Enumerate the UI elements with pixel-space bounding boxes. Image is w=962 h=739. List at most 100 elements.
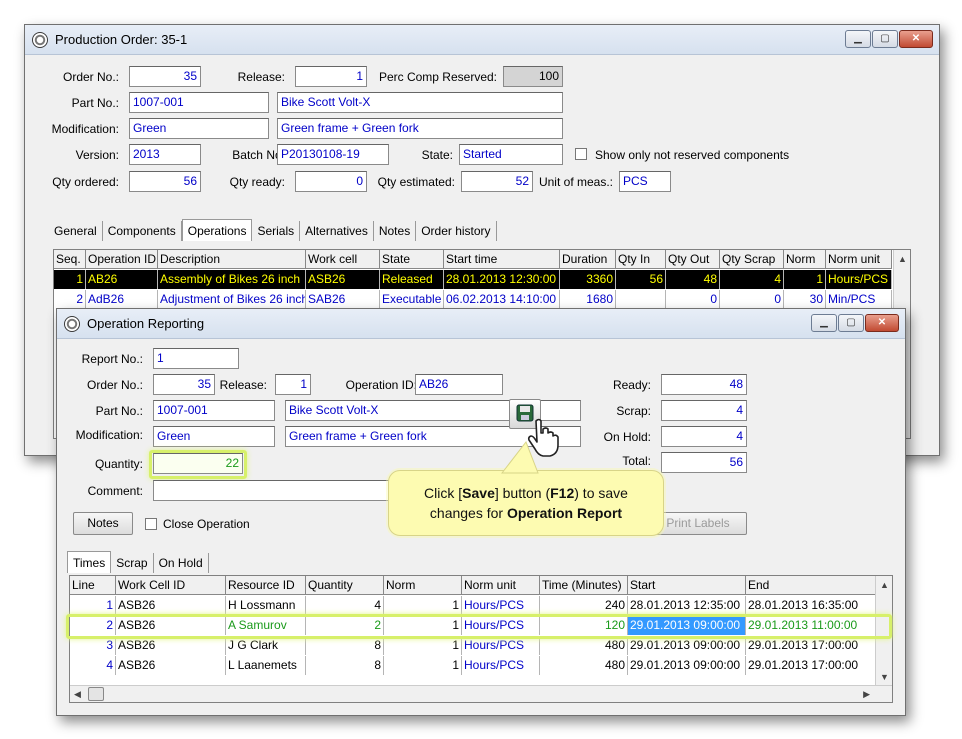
col-work-cell[interactable]: Work cell <box>306 250 380 269</box>
col-end[interactable]: End <box>746 576 876 595</box>
operation-reporting-titlebar[interactable]: Operation Reporting ▁ ▢ ✕ <box>57 309 905 339</box>
qty-estimated-field[interactable]: 52 <box>461 171 533 192</box>
tab-operations[interactable]: Operations <box>181 219 253 241</box>
production-order-tabs: General Components Operations Serials Al… <box>49 219 497 241</box>
callout-f12-word: F12 <box>550 485 575 501</box>
production-order-titlebar[interactable]: Production Order: 35-1 ▁ ▢ ✕ <box>25 25 939 55</box>
minimize-icon[interactable]: ▁ <box>811 314 837 332</box>
col-qty-in[interactable]: Qty In <box>616 250 666 269</box>
table-row[interactable]: 1 ASB26 H Lossmann 4 1 Hours/PCS 240 28.… <box>70 596 876 615</box>
part-desc-field[interactable]: Bike Scott Volt-X <box>277 92 563 113</box>
save-callout: Click [Save] button (F12) to save change… <box>388 470 664 536</box>
order-no-field[interactable]: 35 <box>129 66 201 87</box>
version-field[interactable]: 2013 <box>129 144 201 165</box>
col-time-minutes[interactable]: Time (Minutes) <box>540 576 628 595</box>
order-no-field[interactable]: 35 <box>153 374 215 395</box>
show-only-checkbox[interactable] <box>575 148 587 160</box>
tab-serials[interactable]: Serials <box>252 221 301 241</box>
col-start[interactable]: Start <box>628 576 746 595</box>
cell-time-minutes: 480 <box>540 656 628 675</box>
col-quantity[interactable]: Quantity <box>306 576 384 595</box>
col-operation-id[interactable]: Operation ID <box>86 250 158 269</box>
cell-qty-in <box>616 290 666 309</box>
scroll-right-icon[interactable]: ▶ <box>863 689 870 700</box>
close-icon[interactable]: ✕ <box>899 30 933 48</box>
callout-text: changes for <box>429 505 507 521</box>
tab-alternatives[interactable]: Alternatives <box>300 221 374 241</box>
tab-order-history[interactable]: Order history <box>416 221 497 241</box>
col-resource-id[interactable]: Resource ID <box>226 576 306 595</box>
uom-field[interactable]: PCS <box>619 171 671 192</box>
batch-field[interactable]: P20130108-19 <box>277 144 389 165</box>
quantity-label: Quantity: <box>94 457 143 471</box>
tab-general[interactable]: General <box>49 221 103 241</box>
qty-ordered-field[interactable]: 56 <box>129 171 201 192</box>
col-qty-out[interactable]: Qty Out <box>666 250 720 269</box>
report-no-field[interactable]: 1 <box>153 348 239 369</box>
minimize-icon[interactable]: ▁ <box>845 30 871 48</box>
release-label: Release: <box>237 70 285 84</box>
cell-qty-out: 48 <box>666 270 720 289</box>
col-qty-scrap[interactable]: Qty Scrap <box>720 250 784 269</box>
table-row[interactable]: 4 ASB26 L Laanemets 8 1 Hours/PCS 480 29… <box>70 656 876 675</box>
maximize-icon[interactable]: ▢ <box>872 30 898 48</box>
operation-id-label: Operation ID: <box>345 378 417 392</box>
col-start-time[interactable]: Start time <box>444 250 560 269</box>
col-work-cell-id[interactable]: Work Cell ID <box>116 576 226 595</box>
times-horizontal-scrollbar[interactable]: ◀ ▶ <box>70 685 892 702</box>
modification-field[interactable]: Green <box>153 426 275 447</box>
ready-field[interactable]: 48 <box>661 374 747 395</box>
col-norm-unit[interactable]: Norm unit <box>462 576 540 595</box>
total-field[interactable]: 56 <box>661 452 747 473</box>
modification-desc-field[interactable]: Green frame + Green fork <box>277 118 563 139</box>
cell-start-time: 06.02.2013 14:10:00 <box>444 290 560 309</box>
release-field[interactable]: 1 <box>295 66 367 87</box>
state-label: State: <box>421 148 453 162</box>
col-norm-unit[interactable]: Norm unit <box>826 250 892 269</box>
qty-ready-field[interactable]: 0 <box>295 171 367 192</box>
tab-components[interactable]: Components <box>103 221 182 241</box>
cell-qty-out: 0 <box>666 290 720 309</box>
tab-times[interactable]: Times <box>67 551 112 573</box>
col-seq[interactable]: Seq. <box>54 250 86 269</box>
cell-quantity: 8 <box>306 656 384 675</box>
modification-label: Modification: <box>51 122 119 136</box>
col-state[interactable]: State <box>380 250 444 269</box>
cell-start: 29.01.2013 09:00:00 <box>628 656 746 675</box>
cell-qty-scrap: 4 <box>720 270 784 289</box>
tab-notes[interactable]: Notes <box>374 221 417 241</box>
release-field[interactable]: 1 <box>275 374 311 395</box>
modification-field[interactable]: Green <box>129 118 269 139</box>
close-operation-checkbox[interactable] <box>145 518 157 530</box>
on-hold-field[interactable]: 4 <box>661 426 747 447</box>
close-icon[interactable]: ✕ <box>865 314 899 332</box>
quantity-field[interactable]: 22 <box>153 453 243 474</box>
col-description[interactable]: Description <box>158 250 306 269</box>
scroll-up-icon[interactable]: ▲ <box>880 580 889 590</box>
tab-on-hold[interactable]: On Hold <box>154 553 209 573</box>
part-no-field[interactable]: 1007-001 <box>129 92 269 113</box>
cell-time-minutes: 240 <box>540 596 628 615</box>
col-norm[interactable]: Norm <box>784 250 826 269</box>
part-no-field[interactable]: 1007-001 <box>153 400 275 421</box>
comment-field[interactable] <box>153 480 423 501</box>
cell-norm: 1 <box>784 270 826 289</box>
col-line[interactable]: Line <box>70 576 116 595</box>
scroll-thumb[interactable] <box>88 687 104 701</box>
operation-id-field[interactable]: AB26 <box>415 374 503 395</box>
table-row[interactable]: 2 AdB26 Adjustment of Bikes 26 inch SAB2… <box>54 290 892 309</box>
scroll-down-icon[interactable]: ▼ <box>880 672 889 682</box>
maximize-icon[interactable]: ▢ <box>838 314 864 332</box>
perc-comp-field: 100 <box>503 66 563 87</box>
tab-scrap[interactable]: Scrap <box>111 553 154 573</box>
scroll-left-icon[interactable]: ◀ <box>74 689 81 700</box>
part-no-label: Part No.: <box>71 96 119 110</box>
scroll-up-icon[interactable]: ▲ <box>898 254 907 264</box>
table-row[interactable]: 1 AB26 Assembly of Bikes 26 inch ASB26 R… <box>54 270 892 289</box>
state-field[interactable]: Started <box>459 144 563 165</box>
cell-resource-id: L Laanemets <box>226 656 306 675</box>
scrap-field[interactable]: 4 <box>661 400 747 421</box>
col-norm[interactable]: Norm <box>384 576 462 595</box>
col-duration[interactable]: Duration <box>560 250 616 269</box>
notes-button[interactable]: Notes <box>73 512 133 535</box>
